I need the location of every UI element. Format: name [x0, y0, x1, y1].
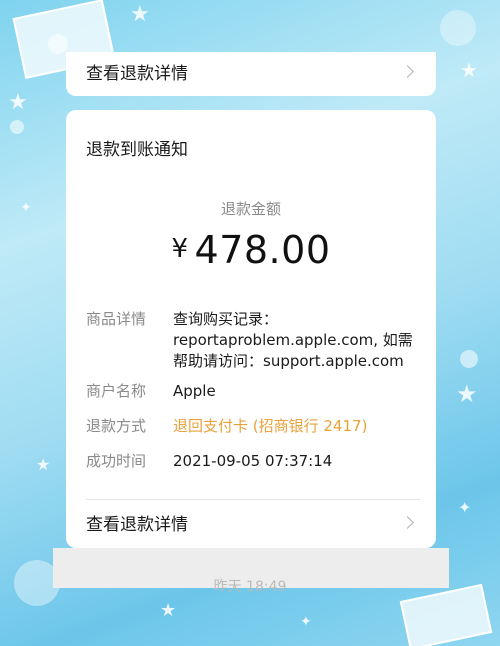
chevron-right-icon [401, 64, 414, 78]
field-success-time: 成功时间 2021-09-05 07:37:14 [86, 451, 416, 472]
view-refund-details-label: 查看退款详情 [86, 514, 188, 535]
field-value: 退回支付卡 (招商银行 2417) [173, 417, 368, 435]
bubble-decoration [440, 10, 476, 46]
message-timestamp: 昨天 18:49 [213, 579, 287, 595]
view-refund-details-label: 查看退款详情 [86, 63, 188, 84]
star-decoration: ★ [36, 455, 51, 474]
star-decoration: ★ [130, 2, 150, 27]
star-decoration: ✦ [20, 200, 32, 216]
view-refund-details-link[interactable]: 查看退款详情 [86, 507, 416, 537]
card-title: 退款到账通知 [86, 140, 188, 160]
field-merchant-name: 商户名称 Apple [86, 381, 416, 402]
star-decoration: ★ [160, 600, 177, 621]
currency-symbol: ¥ [171, 234, 189, 264]
value-line: 查询购买记录： [173, 310, 279, 328]
value-line: reportaproblem.apple.com, 如需 [173, 331, 413, 349]
refund-detail-card-top: 查看退款详情 [66, 52, 436, 96]
value-line: 帮助请访问：support.apple.com [173, 352, 404, 370]
field-product-details: 商品详情 查询购买记录： reportaproblem.apple.com, 如… [86, 309, 416, 372]
amount-value: 478.00 [194, 228, 331, 272]
star-decoration: ★ [460, 58, 478, 82]
field-key: 商品详情 [86, 310, 147, 328]
field-key: 商户名称 [86, 382, 147, 400]
divider [86, 499, 420, 500]
refund-amount: ¥478.00 [66, 228, 436, 272]
view-refund-details-link-top[interactable]: 查看退款详情 [86, 56, 416, 86]
field-key: 成功时间 [86, 452, 147, 470]
field-value: 2021-09-05 07:37:14 [173, 452, 333, 470]
bubble-decoration [48, 34, 68, 54]
refund-notification-card: 退款到账通知 退款金额 ¥478.00 商品详情 查询购买记录： reporta… [66, 110, 436, 548]
field-value: 查询购买记录： reportaproblem.apple.com, 如需 帮助请… [173, 309, 416, 372]
chevron-right-icon [401, 515, 414, 529]
field-value: Apple [173, 382, 216, 400]
star-decoration: ✦ [458, 498, 472, 517]
bubble-decoration [460, 350, 478, 368]
amount-label: 退款金额 [220, 200, 281, 218]
field-key: 退款方式 [86, 417, 147, 435]
field-refund-method: 退款方式 退回支付卡 (招商银行 2417) [86, 416, 416, 437]
star-decoration: ★ [8, 90, 28, 115]
bubble-decoration [10, 120, 24, 134]
star-decoration: ★ [456, 380, 478, 408]
star-decoration: ✦ [300, 614, 312, 630]
